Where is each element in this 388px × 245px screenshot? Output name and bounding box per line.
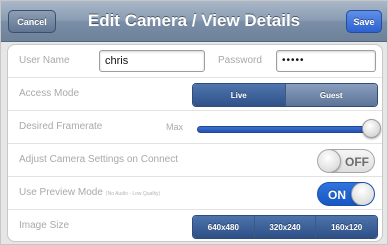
access-mode-row: Access Mode Live Guest: [8, 78, 382, 111]
framerate-max-label: Max: [166, 122, 184, 132]
toggle-knob: [318, 150, 341, 172]
user-name-field[interactable]: chris: [99, 50, 205, 72]
framerate-slider-thumb[interactable]: [362, 119, 381, 138]
adjust-settings-toggle-state: OFF: [345, 155, 369, 169]
preview-mode-row: Use Preview Mode (No Audio - Low Quality)…: [8, 177, 382, 210]
page-title: Edit Camera / View Details: [87, 11, 301, 30]
framerate-label: Desired Framerate: [19, 121, 103, 132]
edit-camera-view-screen: Cancel Edit Camera / View Details Save U…: [0, 0, 388, 245]
credentials-row: User Name chris Password •••••: [8, 45, 382, 78]
adjust-settings-row: Adjust Camera Settings on Connect OFF: [8, 144, 382, 177]
access-mode-label: Access Mode: [19, 88, 80, 99]
preview-mode-label: Use Preview Mode: [19, 187, 103, 198]
image-size-160x120-segment[interactable]: 160x120: [315, 216, 377, 238]
image-size-320x240-segment[interactable]: 320x240: [253, 216, 316, 238]
preview-mode-toggle-state: ON: [328, 188, 346, 202]
password-field[interactable]: •••••: [276, 50, 376, 72]
adjust-settings-toggle[interactable]: OFF: [317, 149, 375, 173]
save-button[interactable]: Save: [346, 10, 382, 33]
image-size-row: Image Size 640x480 320x240 160x120: [8, 210, 382, 241]
user-name-label: User Name: [19, 55, 70, 66]
preview-mode-note: (No Audio - Low Quality): [105, 191, 161, 197]
preview-mode-label-group: Use Preview Mode (No Audio - Low Quality): [19, 187, 160, 198]
image-size-640x480-segment[interactable]: 640x480: [193, 216, 254, 238]
access-mode-guest-segment[interactable]: Guest: [284, 84, 377, 106]
access-mode-segmented-control: Live Guest: [192, 83, 378, 107]
framerate-row: Desired Framerate Max: [8, 111, 382, 144]
framerate-slider-track[interactable]: [197, 126, 373, 133]
preview-mode-toggle[interactable]: ON: [317, 182, 375, 206]
password-label: Password: [218, 55, 262, 66]
settings-panel: User Name chris Password ••••• Access Mo…: [7, 44, 383, 242]
navigation-bar: Cancel Edit Camera / View Details Save: [1, 1, 387, 42]
access-mode-live-segment[interactable]: Live: [193, 84, 285, 106]
adjust-settings-label: Adjust Camera Settings on Connect: [19, 154, 178, 165]
image-size-segmented-control: 640x480 320x240 160x120: [192, 215, 378, 239]
toggle-knob: [351, 183, 374, 205]
image-size-label: Image Size: [19, 220, 70, 231]
cancel-button[interactable]: Cancel: [8, 10, 56, 33]
